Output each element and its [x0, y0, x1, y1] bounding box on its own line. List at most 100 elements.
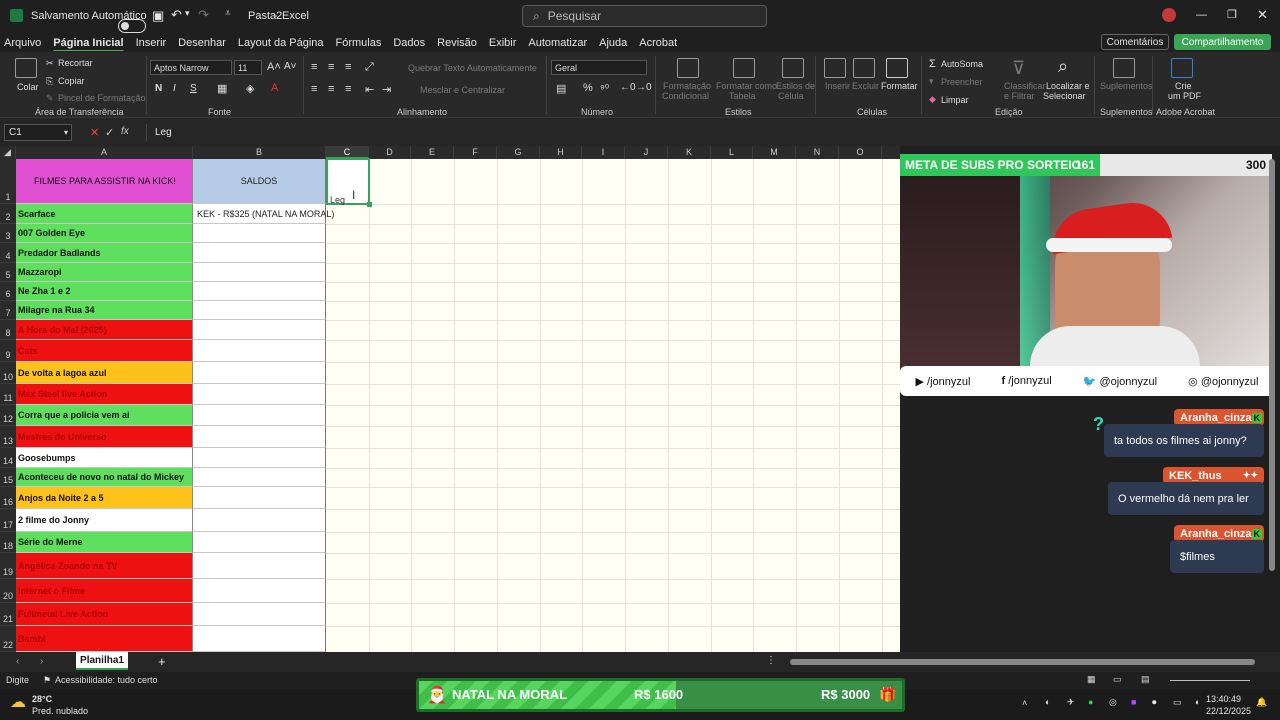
tray-app-icon[interactable]: ◐	[1045, 697, 1050, 707]
tray-app-icon[interactable]: ■	[1131, 697, 1136, 707]
movie-title-cell[interactable]: Série do Merne	[16, 532, 193, 553]
balance-cell[interactable]	[193, 282, 326, 301]
avatar[interactable]	[1162, 8, 1176, 22]
normal-view-icon[interactable]: ▦	[1087, 674, 1096, 685]
customize-toolbar-icon[interactable]: ⩡	[225, 8, 231, 19]
movie-title-cell[interactable]: De volta a lagoa azul	[16, 362, 193, 384]
italic-button[interactable]: I	[173, 83, 176, 94]
col-header-f[interactable]: F	[454, 146, 497, 159]
tab-ajuda[interactable]: Ajuda	[595, 37, 635, 49]
accessibility-status[interactable]: Acessibilidade: tudo certo	[55, 675, 158, 685]
tray-chevron-icon[interactable]: ˄	[1022, 698, 1027, 708]
percent-icon[interactable]: %	[583, 82, 593, 94]
insert-function-icon[interactable]: fx	[121, 126, 129, 137]
row-header[interactable]: 17	[0, 509, 16, 532]
row-header[interactable]: 6	[0, 282, 16, 301]
movie-title-cell[interactable]: Mestres do Universo	[16, 426, 193, 448]
zoom-slider[interactable]	[1170, 680, 1250, 681]
copy-button[interactable]: Copiar	[58, 76, 85, 86]
paste-icon[interactable]	[15, 58, 37, 78]
twitter-link[interactable]: 🐦 @ojonnyzul	[1083, 375, 1157, 388]
cancel-entry-icon[interactable]: ✕	[90, 126, 99, 139]
more-options-icon[interactable]: ⋮	[766, 655, 776, 666]
tab-automatizar[interactable]: Automatizar	[524, 37, 595, 49]
create-pdf-icon[interactable]	[1171, 58, 1193, 78]
wrap-text-button[interactable]: Quebrar Texto Automaticamente	[408, 63, 537, 73]
align-bottom-icon[interactable]: ≡	[345, 61, 351, 73]
create-pdf-label-2[interactable]: um PDF	[1168, 91, 1201, 101]
accessibility-icon[interactable]: ⚑	[43, 675, 51, 686]
autosum-button[interactable]: AutoSoma	[941, 59, 983, 69]
decrease-indent-icon[interactable]: ⇤	[365, 83, 374, 96]
currency-icon[interactable]: ▤	[556, 82, 566, 95]
movie-title-cell[interactable]: Bambi	[16, 626, 193, 652]
borders-icon[interactable]: ▦	[217, 82, 227, 95]
page-break-icon[interactable]: ▤	[1141, 674, 1150, 685]
movie-title-cell[interactable]: 2 filme do Jonny	[16, 509, 193, 532]
find-select-icon[interactable]: ⌕	[1058, 56, 1068, 77]
balance-cell[interactable]	[193, 263, 326, 282]
movie-title-cell[interactable]: Ne Zha 1 e 2	[16, 282, 193, 301]
underline-button[interactable]: S	[190, 83, 197, 94]
addins-icon[interactable]	[1113, 58, 1135, 78]
select-all-corner[interactable]: ◢	[0, 146, 16, 159]
format-table-icon[interactable]	[733, 58, 755, 78]
sort-filter-icon[interactable]: ⊽	[1012, 58, 1025, 79]
col-header-j[interactable]: J	[625, 146, 668, 159]
youtube-link[interactable]: ▶ /jonnyzul	[916, 375, 971, 388]
clear-icon[interactable]: ◆	[929, 94, 936, 105]
paste-button[interactable]: Colar	[17, 82, 39, 92]
balance-cell[interactable]	[193, 448, 326, 468]
restore-icon[interactable]: ❐	[1227, 8, 1237, 21]
row-header[interactable]: 9	[0, 340, 16, 362]
tab-exibir[interactable]: Exibir	[485, 37, 525, 49]
cell-b1[interactable]: SALDOS	[193, 159, 326, 204]
cell-styles-label-2[interactable]: Célula	[778, 91, 804, 101]
col-header-l[interactable]: L	[711, 146, 753, 159]
balance-cell[interactable]	[193, 509, 326, 532]
balance-cell[interactable]	[193, 362, 326, 384]
align-left-icon[interactable]: ≡	[311, 83, 317, 95]
tab-dados[interactable]: Dados	[389, 37, 433, 49]
format-painter-icon[interactable]: ✎	[46, 93, 54, 104]
col-header-i[interactable]: I	[582, 146, 625, 159]
addins-button[interactable]: Suplementos	[1100, 81, 1153, 91]
conditional-format-icon[interactable]	[677, 58, 699, 78]
tab-pagina-inicial[interactable]: Página Inicial	[49, 37, 131, 49]
cut-button[interactable]: Recortar	[58, 58, 93, 68]
row-header[interactable]: 13	[0, 426, 16, 448]
name-box-dropdown-icon[interactable]: ▾	[64, 128, 68, 137]
balance-cell[interactable]	[193, 579, 326, 603]
tab-acrobat[interactable]: Acrobat	[635, 37, 685, 49]
row-header[interactable]: 14	[0, 448, 16, 468]
movie-title-cell[interactable]: Milagre na Rua 34	[16, 301, 193, 320]
notifications-icon[interactable]: 🔔	[1256, 697, 1267, 708]
volume-icon[interactable]: ◖	[1194, 697, 1199, 707]
tab-arquivo[interactable]: Arquivo	[0, 37, 49, 49]
row-header[interactable]: 11	[0, 384, 16, 405]
fill-icon[interactable]: ▾	[929, 76, 934, 87]
row-header[interactable]: 20	[0, 579, 16, 603]
delete-cells-button[interactable]: Excluir	[852, 81, 879, 91]
balance-cell[interactable]: KEK - R$325 (NATAL NA MORAL)	[193, 204, 334, 224]
next-sheet-icon[interactable]: ›	[40, 656, 43, 667]
row-header[interactable]: 4	[0, 243, 16, 263]
movie-title-cell[interactable]: Predador Badlands	[16, 243, 193, 263]
row-header[interactable]: 8	[0, 320, 16, 340]
tab-revisao[interactable]: Revisão	[433, 37, 485, 49]
balance-cell[interactable]	[193, 532, 326, 553]
sheet-tab-planilha1[interactable]: Planilha1	[76, 652, 128, 670]
tray-app-icon[interactable]: ●	[1088, 697, 1093, 707]
minimize-icon[interactable]: —	[1196, 9, 1207, 21]
balance-cell[interactable]	[193, 553, 326, 579]
cell-styles-icon[interactable]	[782, 58, 804, 78]
row-header[interactable]: 22	[0, 626, 16, 652]
page-layout-icon[interactable]: ▭	[1113, 674, 1122, 685]
movie-title-cell[interactable]: Anjos da Noite 2 a 5	[16, 487, 193, 509]
balance-cell[interactable]	[193, 224, 326, 243]
tab-formulas[interactable]: Fórmulas	[332, 37, 390, 49]
weather-icon[interactable]: ☁	[10, 692, 26, 712]
row-header[interactable]: 10	[0, 362, 16, 384]
find-select-label-2[interactable]: Selecionar	[1043, 91, 1086, 101]
save-icon[interactable]: ▣	[152, 8, 164, 24]
